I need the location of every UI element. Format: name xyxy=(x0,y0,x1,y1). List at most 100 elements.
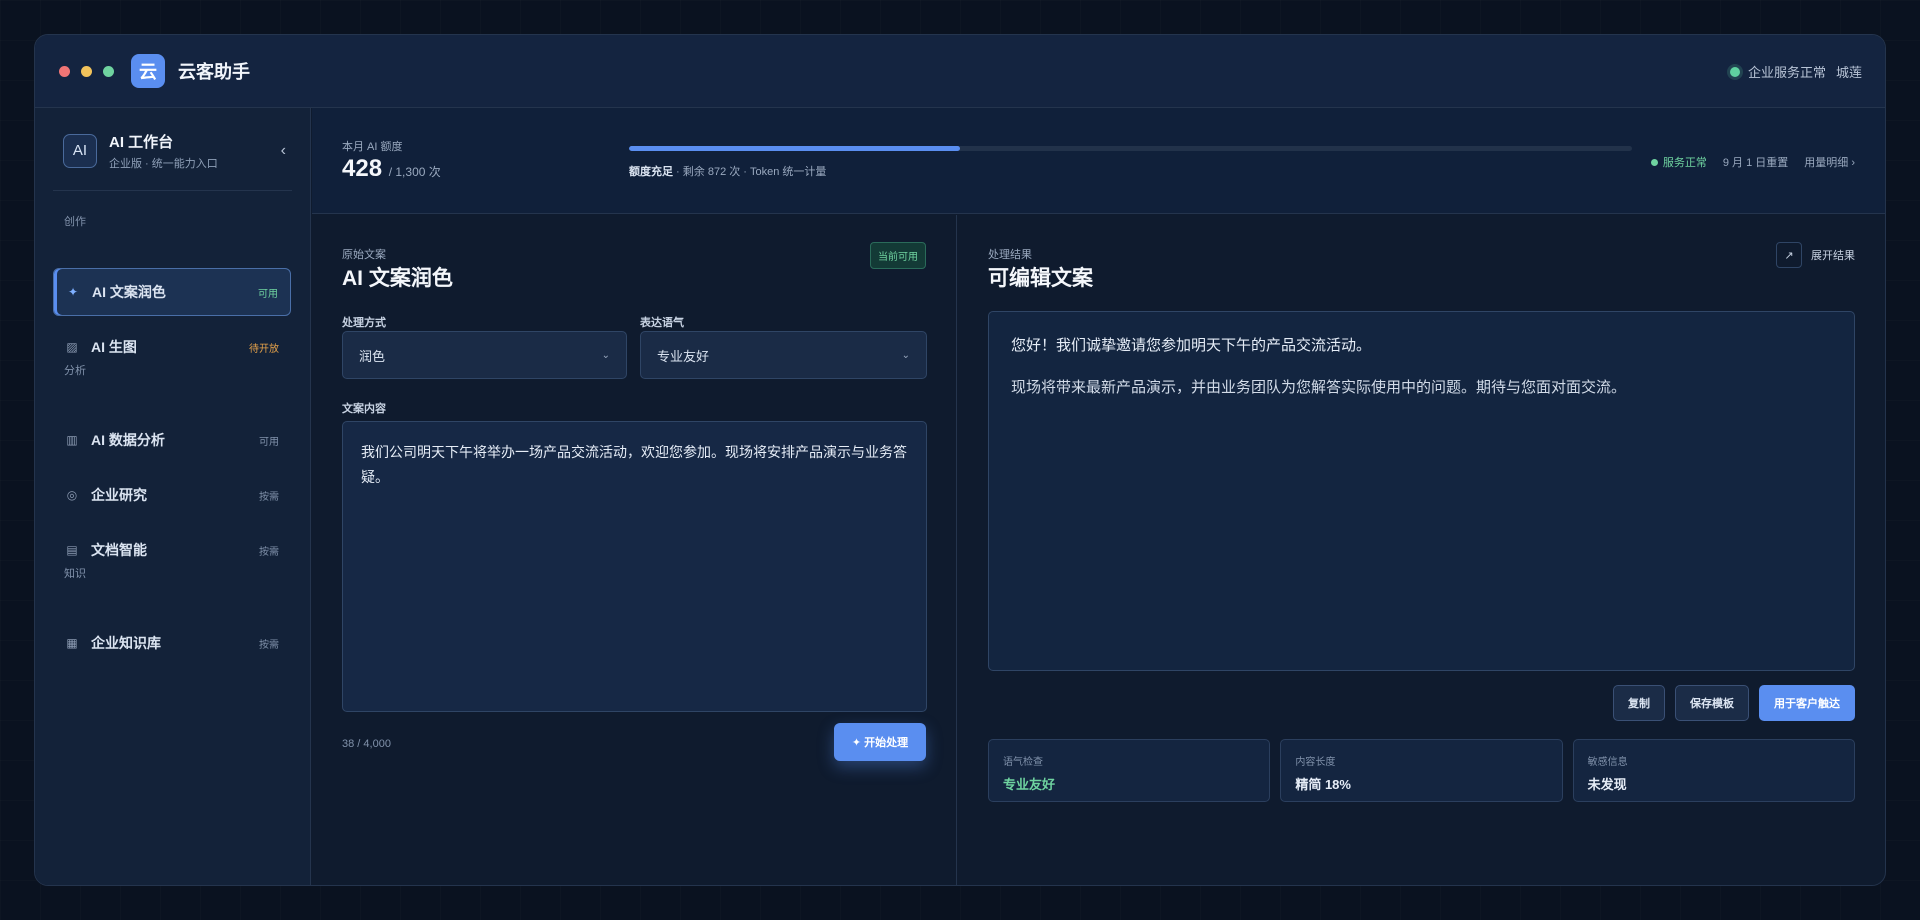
result-paragraph: 您好！我们诚挚邀请您参加明天下午的产品交流活动。 xyxy=(1011,337,1372,354)
quota-used-value: 428 xyxy=(342,155,383,182)
app-name: 云客助手 xyxy=(178,62,250,82)
sidebar-item-label: AI 文案润色 xyxy=(92,284,166,300)
image-icon: ▨ xyxy=(66,340,78,354)
quota-note: 额度充足 · 剩余 872 次 · Token 统一计量 xyxy=(629,163,826,179)
quota-label: 本月 AI 额度 xyxy=(342,141,403,153)
expand-result-label: 展开结果 xyxy=(1811,250,1855,262)
quota-bar-section: 本月 AI 额度 428 / 1,300 次 额度充足 · 剩余 872 次 ·… xyxy=(312,108,1885,214)
sidebar-item-tag: 按需 xyxy=(259,491,279,503)
service-ok-status: 服务正常 xyxy=(1650,154,1707,170)
quota-reset-date: 9 月 1 日重置 xyxy=(1722,157,1789,169)
user-name[interactable]: 城莲 xyxy=(1836,62,1862,81)
chart-icon: ▥ xyxy=(66,433,78,447)
close-window-button[interactable] xyxy=(59,65,70,77)
sidebar-item-tag: 可用 xyxy=(259,436,279,448)
chevron-down-icon: ⌄ xyxy=(901,349,910,361)
maximize-window-button[interactable] xyxy=(103,65,114,77)
stat-card-length: 内容长度 精简 18% xyxy=(1280,739,1563,802)
sidebar-item-image-gen[interactable]: ▨ AI 生图 待开放 xyxy=(53,323,291,371)
sidebar-item-knowledge-base[interactable]: ▦ 企业知识库 按需 xyxy=(53,619,291,667)
sidebar-item-data-analysis[interactable]: ▥ AI 数据分析 可用 xyxy=(53,416,291,464)
sidebar-item-label: 文档智能 xyxy=(91,542,147,558)
sidebar-item-label: AI 生图 xyxy=(91,339,137,355)
expand-result-button[interactable]: ↗ 展开结果 xyxy=(1776,242,1855,268)
sparkle-icon: ✦ xyxy=(67,285,79,299)
stat-label: 敏感信息 xyxy=(1587,757,1628,768)
result-caption: 处理结果 xyxy=(988,249,1032,261)
app-window: 云 云客助手 企业服务正常 城莲 AI AI 工作台 企业版 · 统一能力入口 … xyxy=(34,34,1886,886)
tone-select-value: 专业友好 xyxy=(657,348,710,364)
stat-card-tone: 语气检查 专业友好 xyxy=(988,739,1271,802)
editor-title: AI 文案润色 xyxy=(342,267,453,290)
target-icon: ◎ xyxy=(66,488,78,502)
sidebar-section-create: 创作 xyxy=(64,216,86,228)
minimize-window-button[interactable] xyxy=(81,65,92,77)
quota-meta: 服务正常 9 月 1 日重置 用量明细 › xyxy=(1650,154,1855,170)
document-icon: ▤ xyxy=(66,543,78,557)
stat-value: 未发现 xyxy=(1587,777,1627,792)
result-title: 可编辑文案 xyxy=(988,267,1093,290)
sidebar-section-knowledge: 知识 xyxy=(64,568,86,580)
chevron-down-icon: ⌄ xyxy=(601,349,610,361)
quota-note-status: 额度充足 xyxy=(629,166,673,178)
editor-panel: 原始文案 AI 文案润色 当前可用 处理方式 润色 ⌄ 表达语气 专业友好 ⌄ … xyxy=(312,215,957,885)
service-status-icon xyxy=(1729,66,1740,77)
app-logo-icon: 云 xyxy=(131,54,165,88)
stat-value: 专业友好 xyxy=(1003,777,1056,792)
quota-used: 428 / 1,300 次 xyxy=(342,155,441,183)
mode-select-value: 润色 xyxy=(359,348,386,364)
sidebar-divider xyxy=(53,190,292,191)
sidebar-item-tag: 按需 xyxy=(259,546,279,558)
start-processing-button[interactable]: ✦ 开始处理 xyxy=(834,723,926,761)
content-textarea[interactable]: 我们公司明天下午将举办一场产品交流活动，欢迎您参加。现场将安排产品演示与业务答疑… xyxy=(342,421,927,712)
tone-select[interactable]: 专业友好 ⌄ xyxy=(640,331,927,379)
sidebar-item-doc-intelligence[interactable]: ▤ 文档智能 按需 xyxy=(53,526,291,574)
content-label: 文案内容 xyxy=(342,403,386,415)
result-actions: 复制 保存模板 用于客户触达 xyxy=(1613,685,1855,721)
sidebar-item-label: 企业研究 xyxy=(91,487,147,503)
quota-note-detail: · 剩余 872 次 · Token 统一计量 xyxy=(673,166,827,178)
sidebar-item-tag: 待开放 xyxy=(249,343,279,355)
title-bar: 云 云客助手 企业服务正常 城莲 xyxy=(35,35,1885,108)
tone-label: 表达语气 xyxy=(640,317,684,329)
collapse-sidebar-icon[interactable]: ‹ xyxy=(275,138,292,164)
titlebar-right: 企业服务正常 城莲 xyxy=(1729,35,1862,108)
service-ok-text: 服务正常 xyxy=(1662,157,1707,169)
stat-value: 精简 18% xyxy=(1295,777,1351,792)
window-controls xyxy=(59,65,114,77)
status-dot-icon xyxy=(1650,158,1658,166)
editor-caption: 原始文案 xyxy=(342,249,386,261)
sidebar-item-copy-polish[interactable]: ✦ AI 文案润色 可用 xyxy=(53,268,291,316)
char-counter: 38 / 4,000 xyxy=(342,738,391,750)
mode-select[interactable]: 润色 ⌄ xyxy=(342,331,627,379)
result-editor[interactable]: 您好！我们诚挚邀请您参加明天下午的产品交流活动。 现场将带来最新产品演示，并由业… xyxy=(988,311,1855,671)
quota-progress-fill xyxy=(629,146,960,151)
sidebar-section-analysis: 分析 xyxy=(64,365,86,377)
save-template-button[interactable]: 保存模板 xyxy=(1675,685,1749,721)
sidebar-item-label: 企业知识库 xyxy=(91,635,161,651)
expand-icon: ↗ xyxy=(1776,242,1802,268)
copy-button[interactable]: 复制 xyxy=(1613,685,1665,721)
workspace-header: AI AI 工作台 企业版 · 统一能力入口 ‹ xyxy=(63,133,292,170)
workspace-subtitle: 企业版 · 统一能力入口 xyxy=(109,157,218,170)
use-for-customer-button[interactable]: 用于客户触达 xyxy=(1759,685,1855,721)
sidebar-item-tag: 可用 xyxy=(258,288,278,300)
sidebar: AI AI 工作台 企业版 · 统一能力入口 ‹ 创作 ✦ AI 文案润色 可用… xyxy=(35,108,311,885)
workspace-badge-icon: AI xyxy=(63,133,97,168)
stat-label: 语气检查 xyxy=(1003,757,1043,768)
sidebar-item-tag: 按需 xyxy=(259,639,279,651)
usage-details-link[interactable]: 用量明细 › xyxy=(1804,154,1855,170)
grid-icon: ▦ xyxy=(66,636,78,650)
stat-label: 内容长度 xyxy=(1295,757,1336,768)
mode-label: 处理方式 xyxy=(342,317,386,329)
result-paragraph: 现场将带来最新产品演示，并由业务团队为您解答实际使用中的问题。期待与您面对面交流… xyxy=(1011,379,1627,396)
result-panel: 处理结果 可编辑文案 ↗ 展开结果 您好！我们诚挚邀请您参加明天下午的产品交流活… xyxy=(958,215,1885,885)
workspace-title: AI 工作台 xyxy=(109,133,174,151)
sidebar-item-company-research[interactable]: ◎ 企业研究 按需 xyxy=(53,471,291,519)
sidebar-item-label: AI 数据分析 xyxy=(91,432,165,448)
quota-total: / 1,300 次 xyxy=(388,165,441,179)
service-status-text: 企业服务正常 xyxy=(1747,65,1826,80)
result-stats: 语气检查 专业友好 内容长度 精简 18% 敏感信息 未发现 xyxy=(988,739,1855,802)
stat-card-sensitive: 敏感信息 未发现 xyxy=(1572,739,1855,802)
quota-progress-bar xyxy=(629,146,1632,151)
